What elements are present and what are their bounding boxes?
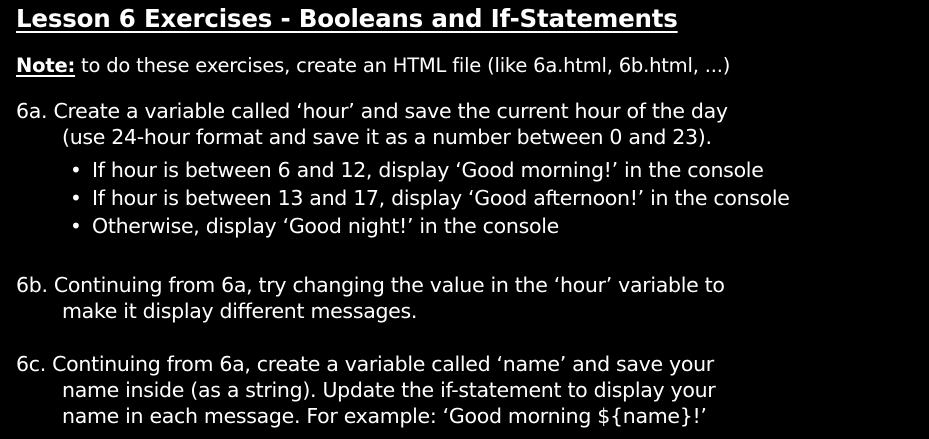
note-text: to do these exercises, create an HTML fi… xyxy=(75,54,731,77)
exercise-6a-line-1: 6a. Create a variable called ‘hour’ and … xyxy=(16,99,728,123)
note-label: Note: xyxy=(16,54,76,77)
exercise-6b-line-1: 6b. Continuing from 6a, try changing the… xyxy=(16,273,725,297)
bullet-icon: • xyxy=(70,186,82,210)
exercise-6a-bullet-2: If hour is between 13 and 17, display ‘G… xyxy=(92,186,790,210)
exercise-6a-bullet-1: If hour is between 6 and 12, display ‘Go… xyxy=(92,158,764,182)
exercise-6c-line-1: 6c. Continuing from 6a, create a variabl… xyxy=(16,352,714,376)
slide: Lesson 6 Exercises - Booleans and If-Sta… xyxy=(0,0,929,439)
exercise-6c-line-3: name in each message. For example: ‘Good… xyxy=(62,404,707,428)
exercise-6a-bullet-3: Otherwise, display ‘Good night!’ in the … xyxy=(92,214,559,238)
note-line: Note: to do these exercises, create an H… xyxy=(16,54,730,77)
exercise-6c-line-2: name inside (as a string). Update the if… xyxy=(62,378,716,402)
page-title: Lesson 6 Exercises - Booleans and If-Sta… xyxy=(16,4,678,33)
bullet-icon: • xyxy=(70,214,82,238)
exercise-6b-line-2: make it display different messages. xyxy=(62,299,418,323)
bullet-icon: • xyxy=(70,158,82,182)
exercise-6a-line-2: (use 24-hour format and save it as a num… xyxy=(62,125,712,149)
